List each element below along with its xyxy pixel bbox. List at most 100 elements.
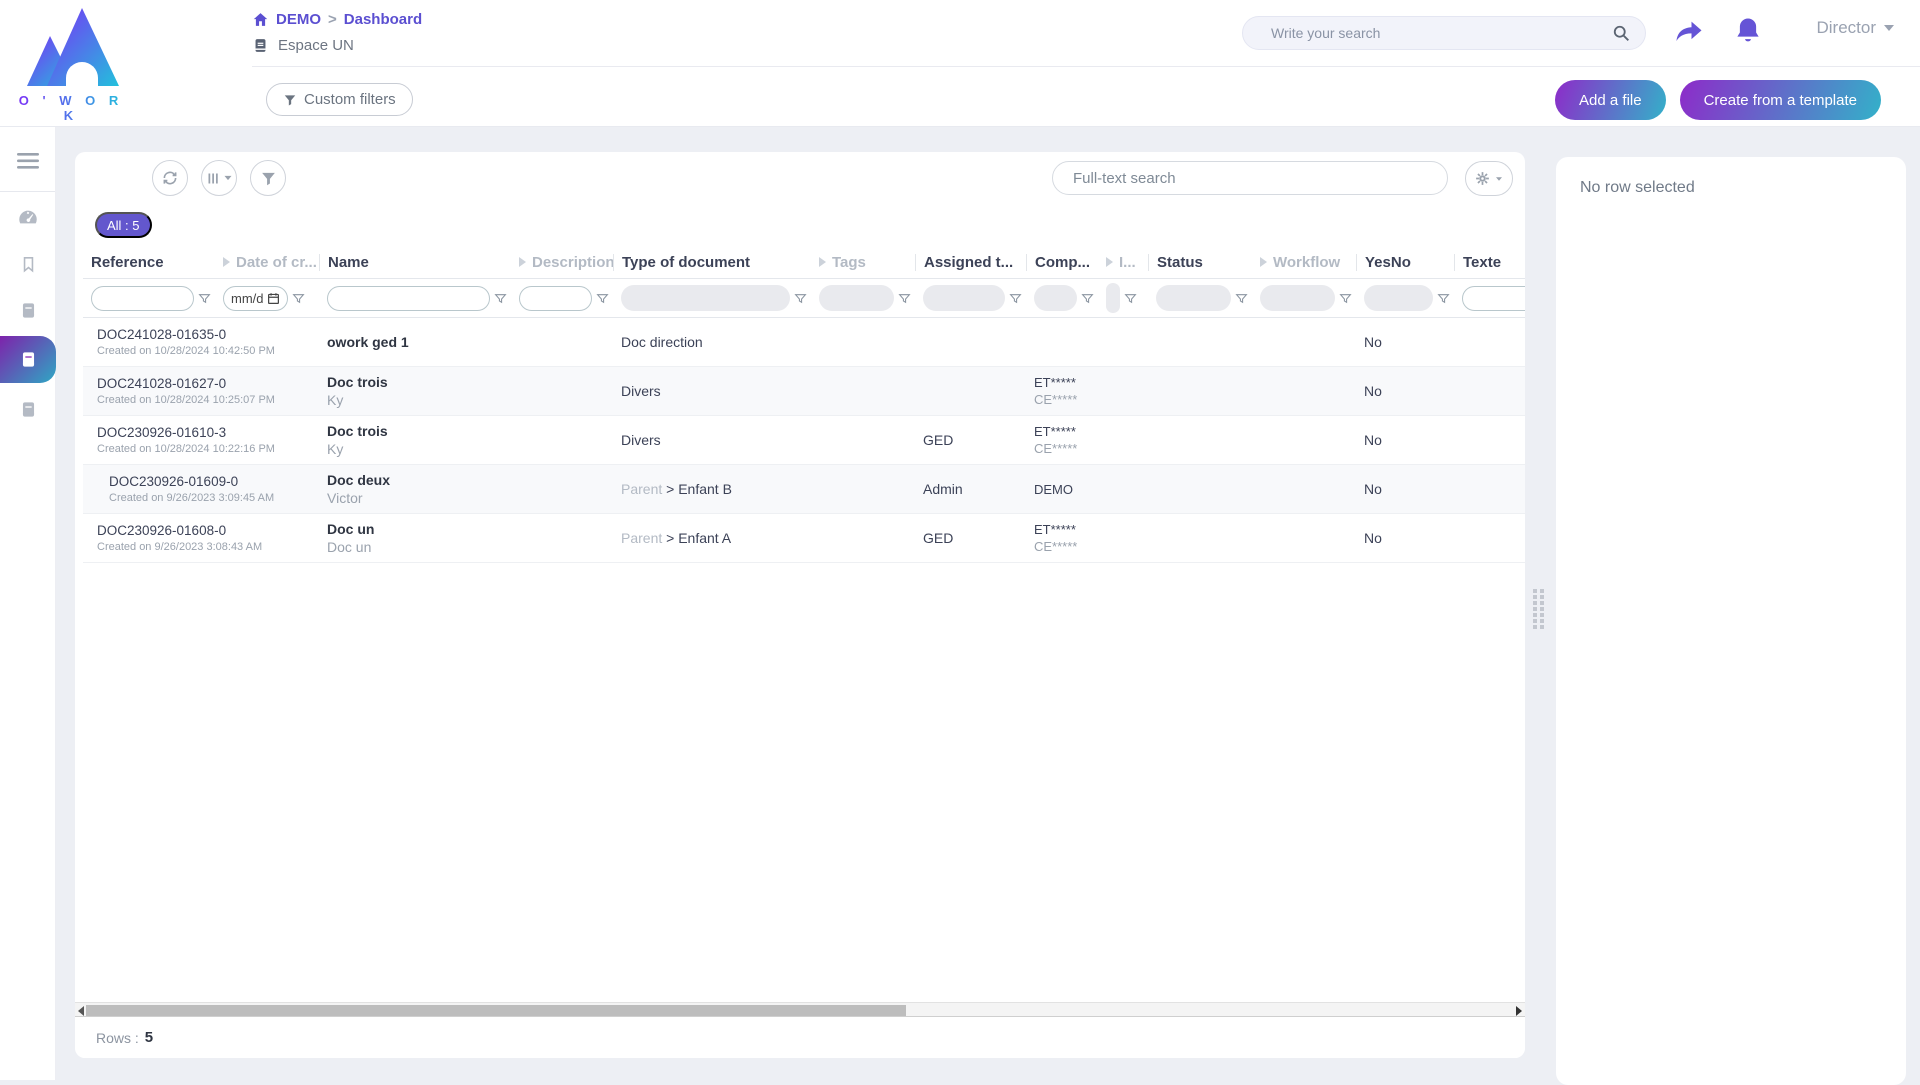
chevron-down-icon [1496,177,1502,181]
custom-filters-label: Custom filters [304,91,396,108]
column-header-5[interactable]: Tags [811,254,915,271]
column-header-6[interactable]: Assigned t... [915,254,1026,271]
share-icon[interactable] [1674,16,1704,46]
filter-funnel-icon[interactable] [1009,292,1022,305]
breadcrumb-item-dashboard[interactable]: Dashboard [344,11,422,28]
cell-yesno: No [1356,530,1454,546]
horizontal-scrollbar[interactable] [75,1002,1525,1017]
column-header-0[interactable]: Reference [83,254,215,271]
column-header-4[interactable]: Type of document [613,254,811,271]
refresh-button[interactable] [152,160,188,196]
filter-disabled-6 [923,285,1005,311]
create-from-template-button[interactable]: Create from a template [1680,80,1881,120]
cell-assigned: Admin [915,481,1026,497]
filter-funnel-icon[interactable] [1437,292,1450,305]
all-count-badge[interactable]: All : 5 [95,212,152,238]
filter-funnel-icon[interactable] [494,292,507,305]
filter-funnel-icon[interactable] [1235,292,1248,305]
logo-wordmark: O ' W O R K [16,93,126,123]
cell-company: ET*****CE***** [1026,375,1098,407]
user-menu[interactable]: Director [1816,18,1894,38]
gear-icon [1474,170,1491,187]
sort-arrow-icon [819,257,826,267]
filter-funnel-icon[interactable] [1081,292,1094,305]
documents-table: ReferenceDate of cr...NameDescriptionTyp… [83,246,1525,563]
add-file-button[interactable]: Add a file [1555,80,1666,120]
book-icon [252,37,269,54]
sidebar-menu-toggle[interactable] [0,141,56,181]
table-row[interactable]: DOC241028-01635-0Created on 10/28/2024 1… [83,318,1525,367]
filter-funnel-icon[interactable] [898,292,911,305]
dashboard-gauge-icon [17,207,39,229]
table-row[interactable]: DOC230926-01610-3Created on 10/28/2024 1… [83,416,1525,465]
bookmark-icon [19,255,38,274]
column-header-1[interactable]: Date of cr... [215,254,319,271]
home-icon[interactable] [252,11,269,28]
cell-reference: DOC241028-01627-0Created on 10/28/2024 1… [83,376,215,406]
breadcrumb-separator: > [328,11,337,28]
no-row-selected-message: No row selected [1580,179,1695,196]
column-header-7[interactable]: Comp... [1026,254,1098,271]
cell-company: ET*****CE***** [1026,522,1098,554]
cell-type: Divers [613,432,811,448]
columns-button[interactable] [201,160,237,196]
filter-disabled-5 [819,285,894,311]
global-search-input[interactable] [1271,25,1611,41]
table-row[interactable]: DOC230926-01608-0Created on 9/26/2023 3:… [83,514,1525,563]
sidebar-item-docs-3[interactable] [0,389,56,429]
filter-input-3[interactable] [519,286,592,311]
bell-icon[interactable] [1733,16,1763,46]
column-header-8[interactable]: I... [1098,254,1148,271]
scrollbar-thumb[interactable] [86,1005,906,1016]
settings-button[interactable] [1465,161,1513,196]
column-header-9[interactable]: Status [1148,254,1252,271]
filter-funnel-icon[interactable] [596,292,609,305]
column-header-11[interactable]: YesNo [1356,254,1454,271]
chevron-down-icon [1884,25,1894,31]
breadcrumb: DEMO > Dashboard [252,11,422,28]
filter-funnel-icon[interactable] [292,292,305,305]
filter-funnel-icon[interactable] [794,292,807,305]
sidebar-item-docs-1[interactable] [0,290,56,330]
fulltext-search [1052,161,1448,195]
cell-company: ET*****CE***** [1026,424,1098,456]
breadcrumb-item-demo[interactable]: DEMO [276,11,321,28]
cell-reference: DOC230926-01609-0Created on 9/26/2023 3:… [83,474,215,504]
funnel-icon [283,93,297,107]
calendar-icon[interactable] [267,292,280,305]
filter-funnel-icon[interactable] [1124,292,1137,305]
search-icon[interactable] [1611,23,1631,43]
filter-input-0[interactable] [91,286,194,311]
sidebar-item-bookmarks[interactable] [0,244,56,284]
cell-type: Parent > Enfant A [613,530,811,546]
filter-input-2[interactable] [327,286,490,311]
cell-type: Doc direction [613,334,811,350]
app-logo[interactable]: O ' W O R K [16,6,126,118]
filter-funnel-icon[interactable] [1339,292,1352,305]
logo-mountain-icon [19,6,123,92]
cell-type: Divers [613,383,811,399]
column-header-10[interactable]: Workflow [1252,254,1356,271]
refresh-icon [161,169,179,187]
filter-date-input[interactable]: mm/d [223,286,288,311]
column-header-3[interactable]: Description [511,254,613,271]
fulltext-search-input[interactable] [1073,170,1427,187]
column-header-12[interactable]: Texte [1454,254,1525,271]
filter-disabled-7 [1034,285,1077,311]
table-row[interactable]: DOC241028-01627-0Created on 10/28/2024 1… [83,367,1525,416]
sidebar-item-docs-2[interactable] [0,336,56,383]
custom-filters-button[interactable]: Custom filters [266,83,413,116]
cell-yesno: No [1356,383,1454,399]
cell-name: owork ged 1 [319,334,511,350]
sort-arrow-icon [1106,257,1113,267]
filter-input-12[interactable] [1462,286,1525,311]
scroll-left-arrow-icon[interactable] [78,1006,84,1016]
sidebar-item-dashboard[interactable] [0,198,56,238]
panel-resize-handle[interactable] [1531,588,1547,632]
table-row[interactable]: DOC230926-01609-0Created on 9/26/2023 3:… [83,465,1525,514]
filter-button[interactable] [250,160,286,196]
scroll-right-arrow-icon[interactable] [1516,1006,1522,1016]
chevron-down-icon [224,176,231,180]
filter-funnel-icon[interactable] [198,292,211,305]
column-header-2[interactable]: Name [319,254,511,271]
